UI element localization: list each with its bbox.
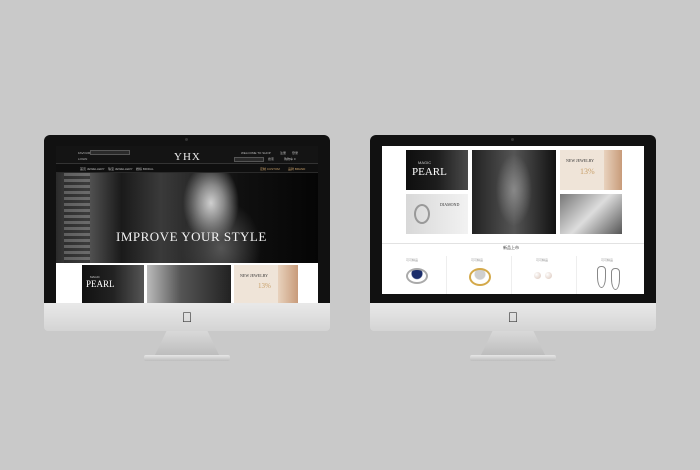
right-website-screen: MAGIC PEARL DIAMOND NEW JEWELRY 13% 新品上市… [382,146,644,294]
apple-logo-icon:  [505,310,521,324]
pearl-image-1 [534,272,541,279]
product-card-pearl-earrings[interactable]: 可可精品 [512,256,577,294]
watch-photo-tile[interactable] [560,194,622,234]
pearl-image-2 [545,272,552,279]
pearl-necklace-photo-tile[interactable] [472,150,556,234]
product-label: 可可精品 [601,258,614,262]
heart-earring-image-1 [597,266,606,288]
pearl-label: PEARL [412,166,447,178]
diamond-label: DIAMOND [440,202,460,207]
new-jewelry-tile[interactable]: NEW JEWELRY 13% [234,265,298,303]
nav-item-bridal[interactable]: 婚嫁 BRIDAL [136,167,154,171]
discount-label: 13% [580,167,595,176]
gold-ring-image [469,268,491,286]
site-logo[interactable]: YHX [174,151,201,163]
product-label: 可可精品 [406,258,419,262]
discount-label: 13% [258,282,271,290]
product-label: 可可精品 [536,258,549,262]
signin-link[interactable]: 登录 [292,151,298,155]
new-jewelry-label: NEW JEWELRY [566,158,595,163]
right-monitor-camera [511,138,514,141]
product-label: 可可精品 [471,258,484,262]
model-face-decoration [604,150,622,190]
magic-label: MAGIC [418,160,432,165]
top-search-input[interactable] [90,150,130,155]
section-divider [382,243,644,244]
new-jewelry-label: NEW JEWELRY [240,273,269,278]
product-card-heart-earrings[interactable]: 可可精品 [577,256,644,294]
search-button[interactable]: 搜索 [268,157,274,161]
window-blinds-decoration [64,173,90,263]
header-search-input[interactable] [234,157,264,162]
nav-item-jewellery[interactable]: 珠宝 JEWELLERY [108,167,133,171]
login-link[interactable]: LOGIN [78,157,87,161]
model-photo-tile[interactable] [147,265,231,303]
nav-item-custom[interactable]: 定制 CUSTOM [260,167,280,171]
product-card-sapphire-ring[interactable]: 可可精品 [382,256,447,294]
magic-pearl-tile[interactable]: MAGIC PEARL [82,265,144,303]
hero-headline: IMPROVE YOUR STYLE [116,229,267,244]
main-nav: 首页 JEWELLERY 珠宝 JEWELLERY 婚嫁 BRIDAL 定制 C… [56,164,318,173]
left-website-screen: FAVOURITE LOGIN YHX WELCOME TO SHOP 注册 登… [56,146,318,303]
featured-tiles-area: MAGIC PEARL NEW JEWELRY 13% [56,263,318,303]
hero-banner[interactable]: IMPROVE YOUR STYLE [56,173,318,263]
heart-earring-image-2 [611,268,620,290]
sapphire-ring-image [406,268,428,284]
register-link[interactable]: 注册 [280,151,286,155]
welcome-text: WELCOME TO SHOP [241,151,271,155]
pearl-label: PEARL [86,279,115,289]
right-monitor-base [470,355,556,361]
left-monitor-base [144,355,230,361]
diamond-tile[interactable]: DIAMOND [406,194,468,234]
product-card-gold-ring[interactable]: 可可精品 [447,256,512,294]
nav-item-home[interactable]: 首页 JEWELLERY [80,167,105,171]
apple-logo-icon:  [179,310,195,324]
nav-item-brand[interactable]: 品牌 BRAND [288,167,305,171]
ring-image [414,204,430,224]
right-monitor-neck [481,331,545,355]
left-site-topbar: FAVOURITE LOGIN YHX WELCOME TO SHOP 注册 登… [56,146,318,164]
new-jewelry-tile[interactable]: NEW JEWELRY 13% [560,150,622,190]
left-monitor-camera [185,138,188,141]
left-monitor-neck [155,331,219,355]
section-title: 新品上市 [503,245,519,250]
cart-link[interactable]: 购物车 0 [284,157,296,161]
model-face-decoration [278,265,298,303]
magic-pearl-tile[interactable]: MAGIC PEARL [406,150,468,190]
